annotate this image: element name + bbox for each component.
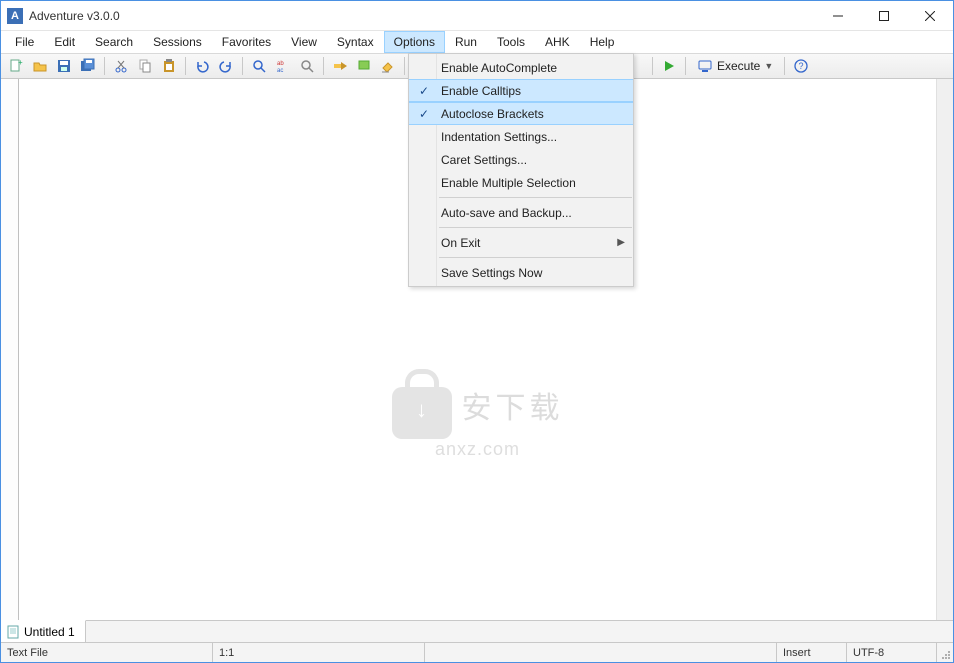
paste-button[interactable]	[158, 55, 180, 77]
dropdown-item[interactable]: Autoclose Brackets	[409, 102, 633, 125]
menu-ahk[interactable]: AHK	[535, 31, 580, 53]
menu-options[interactable]: Options	[384, 31, 445, 53]
dropdown-separator	[439, 257, 632, 258]
document-tab[interactable]: Untitled 1	[1, 620, 86, 642]
cut-button[interactable]	[110, 55, 132, 77]
dropdown-item[interactable]: Auto-save and Backup...	[409, 201, 633, 224]
menu-tools[interactable]: Tools	[487, 31, 535, 53]
undo-button[interactable]	[191, 55, 213, 77]
svg-text:ac: ac	[277, 68, 283, 74]
svg-text:ab: ab	[277, 61, 284, 67]
save-button[interactable]	[53, 55, 75, 77]
tabbar: Untitled 1	[1, 620, 953, 642]
open-file-button[interactable]	[29, 55, 51, 77]
menu-favorites[interactable]: Favorites	[212, 31, 281, 53]
vertical-scrollbar[interactable]	[936, 79, 953, 620]
options-dropdown: Enable AutoCompleteEnable CalltipsAutocl…	[408, 53, 634, 287]
dropdown-separator	[439, 197, 632, 198]
gutter	[1, 79, 19, 620]
clear-button[interactable]	[377, 55, 399, 77]
find-in-files-button[interactable]	[296, 55, 318, 77]
menu-sessions[interactable]: Sessions	[143, 31, 212, 53]
menu-edit[interactable]: Edit	[44, 31, 85, 53]
menu-search[interactable]: Search	[85, 31, 143, 53]
toolbar-separator	[784, 57, 785, 75]
status-encoding: UTF-8	[847, 643, 937, 662]
help-button[interactable]: ?	[790, 55, 812, 77]
status-insert-mode: Insert	[777, 643, 847, 662]
close-button[interactable]	[907, 1, 953, 30]
toolbar-separator	[104, 57, 105, 75]
execute-label: Execute	[717, 59, 760, 73]
app-window: A Adventure v3.0.0 FileEditSearchSession…	[0, 0, 954, 663]
submenu-arrow-icon: ▶	[617, 237, 625, 248]
status-spacer	[425, 643, 777, 662]
watermark-icon: ↓	[392, 369, 452, 439]
document-icon	[7, 625, 19, 639]
window-title: Adventure v3.0.0	[29, 9, 815, 23]
run-button[interactable]	[658, 55, 680, 77]
toolbar-separator	[404, 57, 405, 75]
menu-view[interactable]: View	[281, 31, 327, 53]
toolbar-separator	[185, 57, 186, 75]
toolbar-separator	[323, 57, 324, 75]
dropdown-item[interactable]: Enable AutoComplete	[409, 56, 633, 79]
titlebar: A Adventure v3.0.0	[1, 1, 953, 31]
statusbar: Text File 1:1 Insert UTF-8	[1, 642, 953, 662]
dropdown-separator	[439, 227, 632, 228]
find-button[interactable]	[248, 55, 270, 77]
dropdown-item[interactable]: Save Settings Now	[409, 261, 633, 284]
new-file-button[interactable]: +	[5, 55, 27, 77]
menu-syntax[interactable]: Syntax	[327, 31, 384, 53]
status-position: 1:1	[213, 643, 425, 662]
watermark: ↓ 安下载 anxz.com	[392, 369, 564, 460]
toolbar-separator	[242, 57, 243, 75]
dropdown-item[interactable]: Enable Calltips	[409, 79, 633, 102]
redo-button[interactable]	[215, 55, 237, 77]
save-all-button[interactable]	[77, 55, 99, 77]
goto-button[interactable]	[329, 55, 351, 77]
status-filetype: Text File	[1, 643, 213, 662]
svg-text:+: +	[18, 58, 23, 67]
resize-grip[interactable]	[937, 643, 953, 662]
menu-help[interactable]: Help	[580, 31, 625, 53]
menu-run[interactable]: Run	[445, 31, 487, 53]
chevron-down-icon: ▼	[764, 61, 773, 71]
execute-dropdown[interactable]: Execute ▼	[691, 55, 779, 77]
maximize-button[interactable]	[861, 1, 907, 30]
tab-label: Untitled 1	[24, 625, 75, 639]
dropdown-item[interactable]: Indentation Settings...	[409, 125, 633, 148]
copy-button[interactable]	[134, 55, 156, 77]
menubar: FileEditSearchSessionsFavoritesViewSynta…	[1, 31, 953, 53]
window-controls	[815, 1, 953, 30]
replace-button[interactable]: abac	[272, 55, 294, 77]
dropdown-item[interactable]: On Exit▶	[409, 231, 633, 254]
dropdown-item[interactable]: Caret Settings...	[409, 148, 633, 171]
svg-text:?: ?	[799, 61, 804, 71]
bookmark-button[interactable]	[353, 55, 375, 77]
minimize-button[interactable]	[815, 1, 861, 30]
toolbar-separator	[652, 57, 653, 75]
toolbar-separator	[685, 57, 686, 75]
execute-icon	[697, 58, 713, 74]
menu-file[interactable]: File	[5, 31, 44, 53]
dropdown-item[interactable]: Enable Multiple Selection	[409, 171, 633, 194]
app-icon: A	[7, 8, 23, 24]
